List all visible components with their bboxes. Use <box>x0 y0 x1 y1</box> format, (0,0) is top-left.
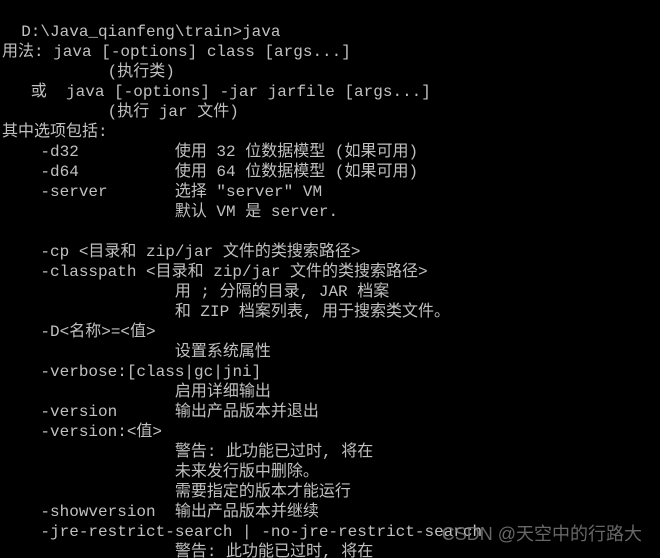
command-output: 用法: java [-options] class [args...] (执行类… <box>2 42 660 558</box>
terminal-output[interactable]: D:\Java_qianfeng\train>java 用法: java [-o… <box>0 0 660 558</box>
command-prompt: D:\Java_qianfeng\train>java <box>21 23 280 41</box>
